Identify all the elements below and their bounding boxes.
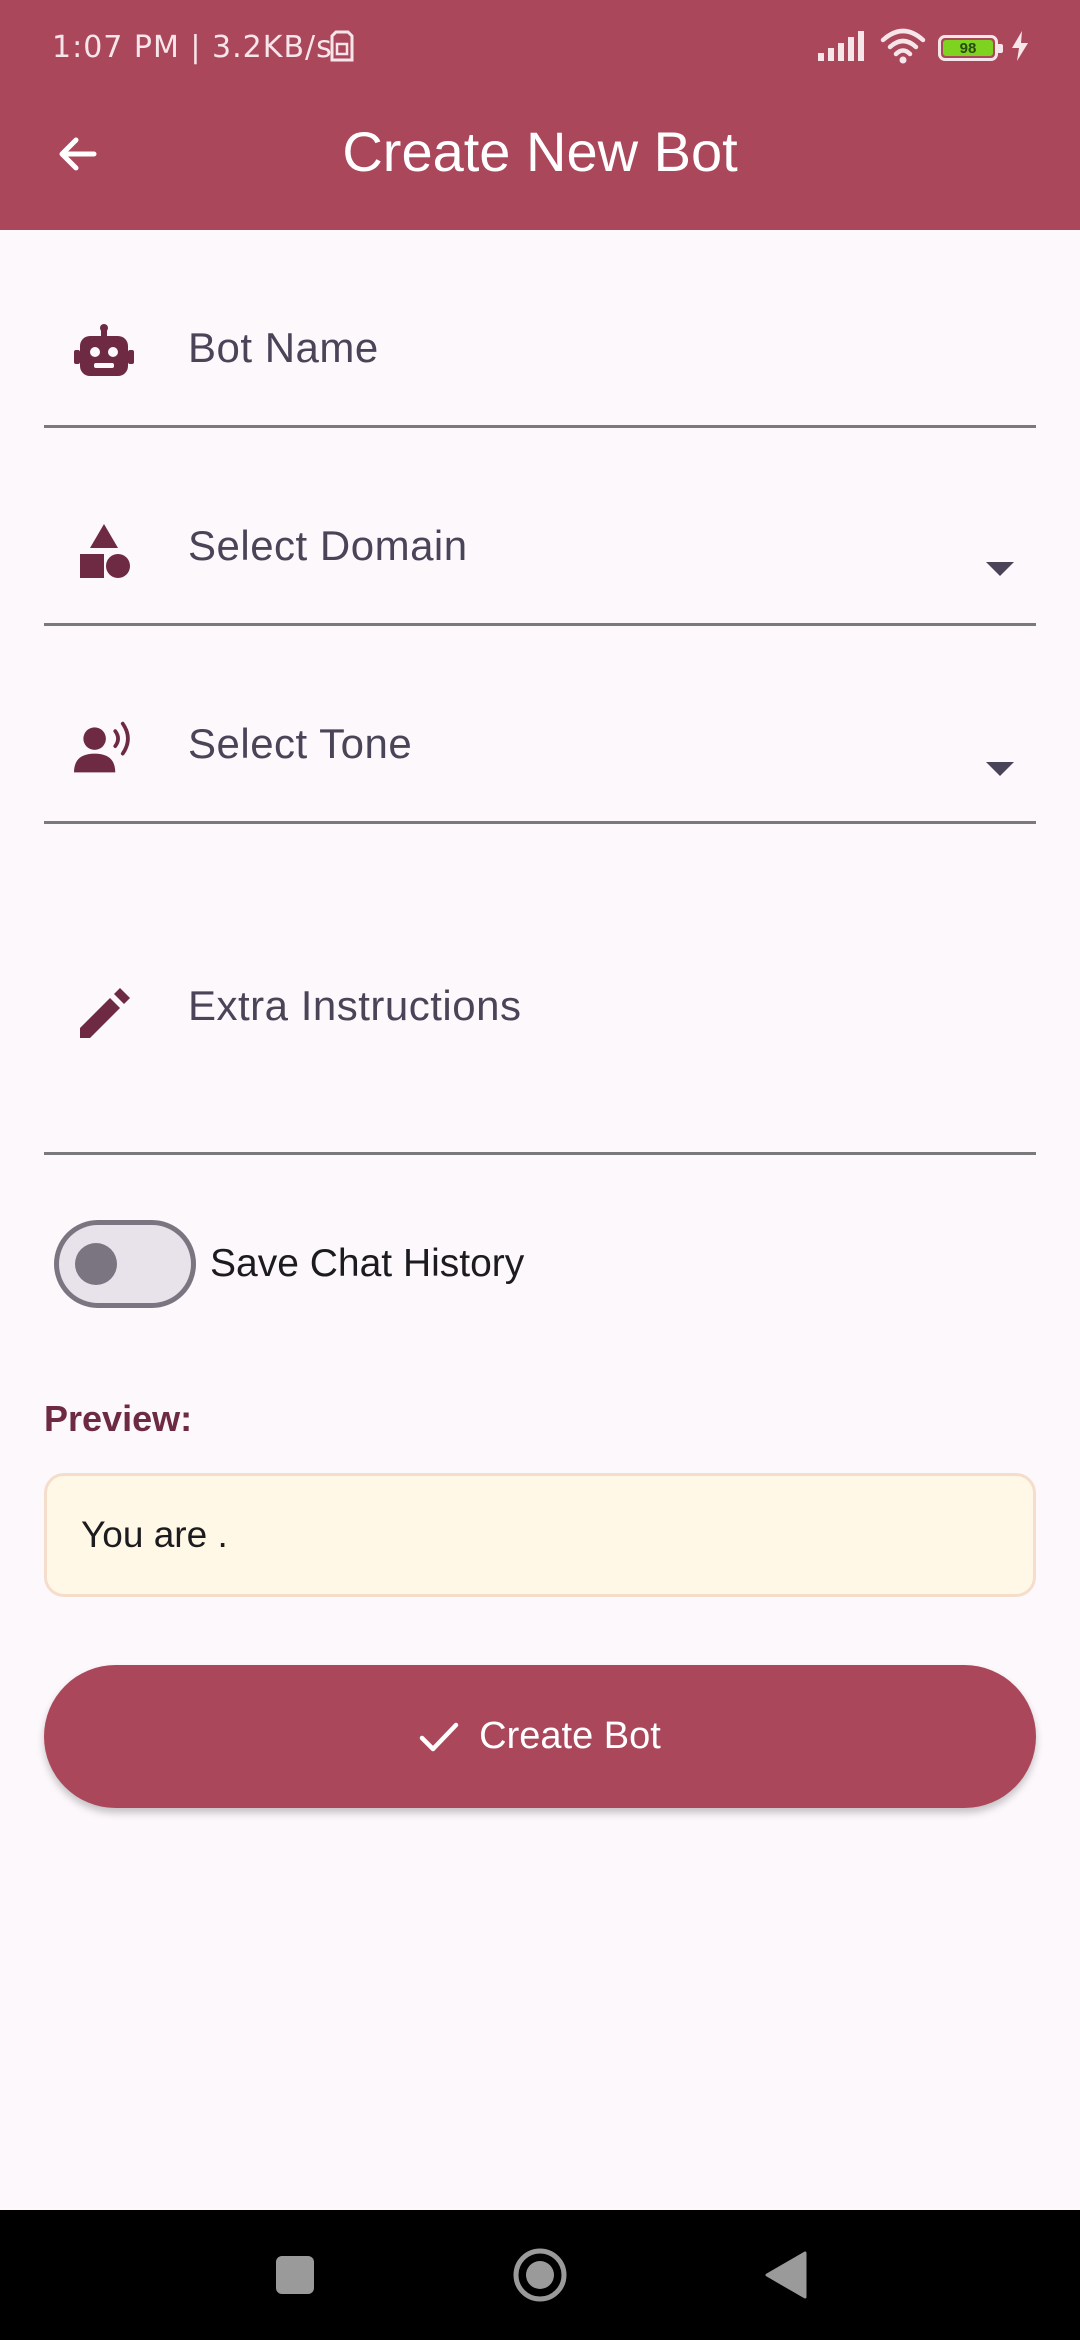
recent-apps-button[interactable] [255, 2235, 335, 2315]
app-bar: 1:07 PM | 3.2KB/s 98 Create New Bot [0, 0, 1080, 230]
tone-placeholder: Select Tone [188, 720, 413, 767]
voice-icon [74, 718, 134, 778]
shapes-icon [74, 522, 134, 582]
back-nav-button[interactable] [745, 2235, 825, 2315]
square-icon [276, 2256, 314, 2294]
triangle-back-icon [765, 2251, 807, 2299]
create-bot-label: Create Bot [479, 1715, 661, 1757]
tone-dropdown[interactable]: Select Tone [44, 698, 1036, 824]
chevron-down-icon [986, 762, 1014, 776]
battery-tip [998, 44, 1003, 53]
extra-instructions-field[interactable]: Extra Instructions [44, 898, 1036, 1155]
bot-name-field[interactable]: Bot Name [44, 300, 1036, 428]
wifi-icon [880, 28, 926, 69]
extra-instructions-placeholder: Extra Instructions [188, 982, 522, 1029]
preview-box: You are . [44, 1473, 1036, 1597]
system-nav-bar [0, 2210, 1080, 2340]
battery-icon: 98 [938, 35, 1003, 61]
bot-name-placeholder: Bot Name [188, 324, 379, 371]
preview-heading: Preview: [44, 1398, 193, 1439]
preview-text: You are . [81, 1514, 228, 1555]
chevron-down-icon [986, 562, 1014, 576]
save-chat-history-row: Save Chat History [54, 1220, 524, 1308]
save-chat-history-label: Save Chat History [210, 1242, 525, 1285]
save-chat-history-toggle[interactable] [54, 1220, 196, 1308]
sim-icon [330, 30, 362, 66]
battery-level: 98 [943, 40, 993, 57]
domain-placeholder: Select Domain [188, 522, 468, 569]
signal-icon [818, 30, 868, 66]
pencil-icon [74, 984, 134, 1044]
create-bot-button[interactable]: Create Bot [44, 1665, 1036, 1808]
charging-icon [1010, 30, 1030, 66]
check-icon [419, 1722, 459, 1751]
robot-icon [74, 322, 134, 382]
status-time-speed: 1:07 PM | 3.2KB/s [52, 30, 333, 65]
domain-dropdown[interactable]: Select Domain [44, 500, 1036, 626]
status-icons: 98 [818, 28, 1030, 68]
home-button[interactable] [500, 2235, 580, 2315]
circle-icon [513, 2248, 567, 2302]
toggle-knob [75, 1243, 117, 1285]
status-bar: 1:07 PM | 3.2KB/s 98 [0, 0, 1080, 100]
page-title: Create New Bot [342, 120, 738, 183]
